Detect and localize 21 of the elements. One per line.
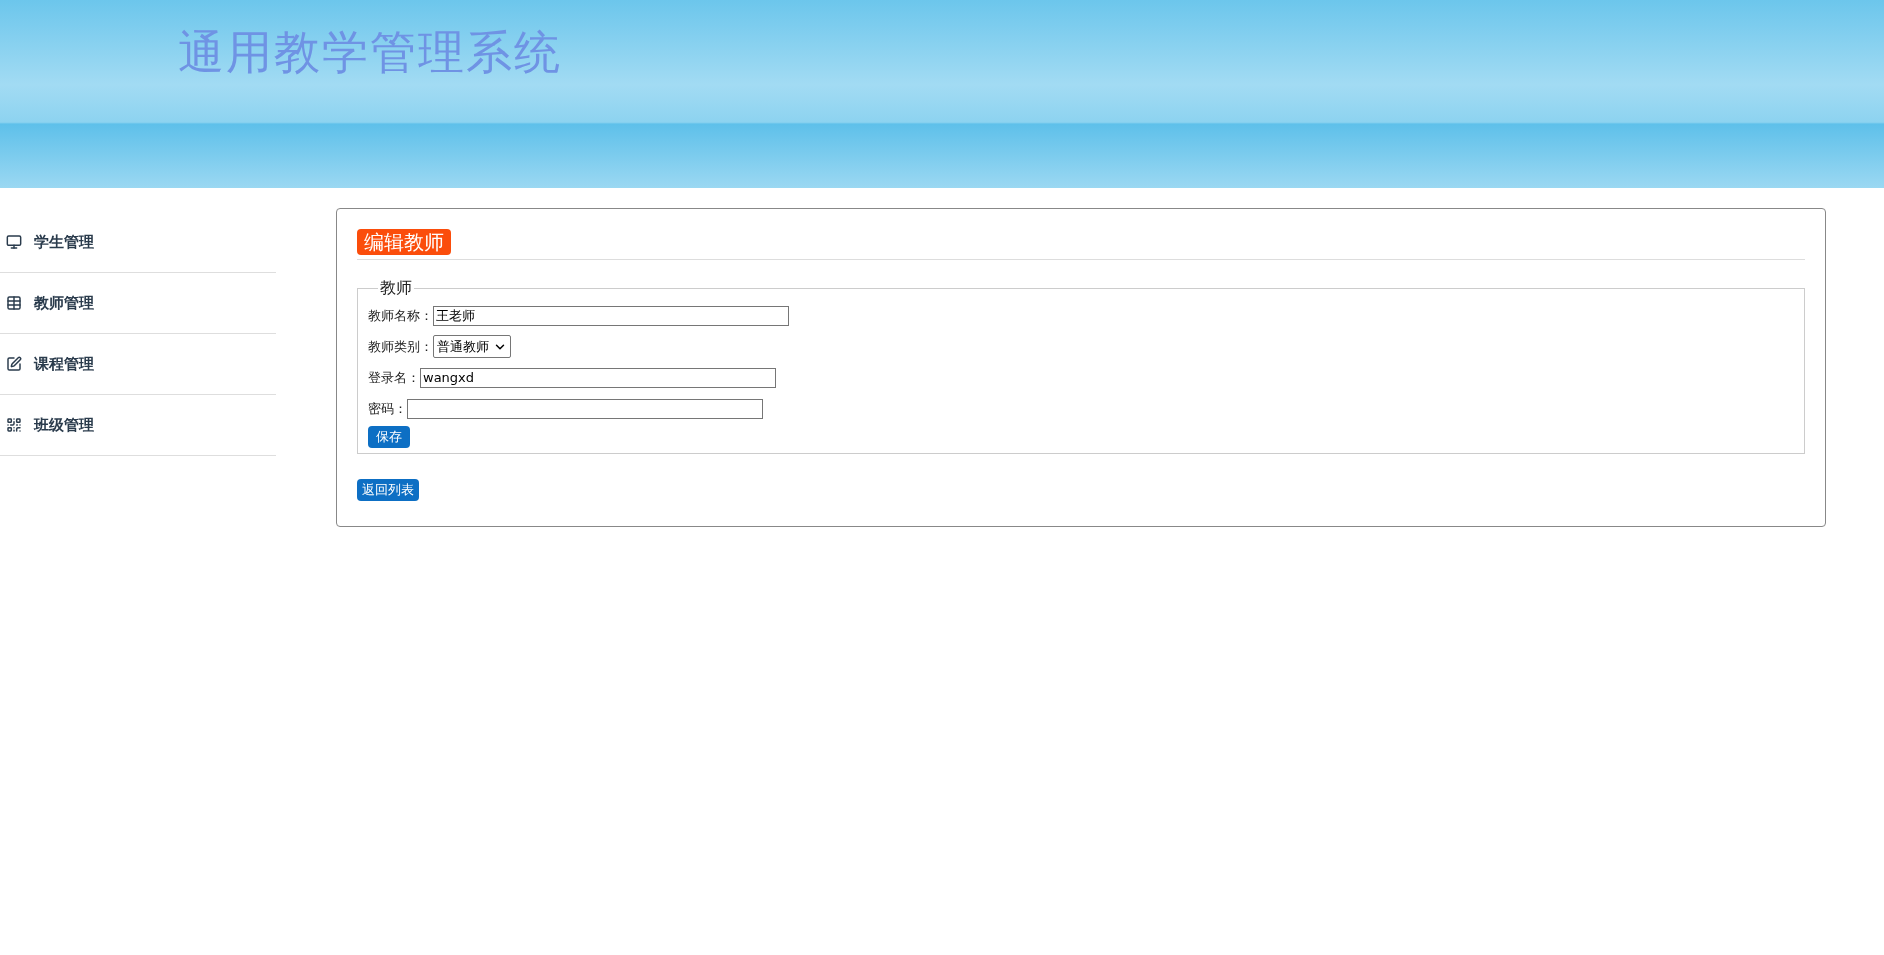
fieldset-legend: 教师 <box>378 276 414 300</box>
field-label: 密码： <box>368 399 407 418</box>
field-label: 登录名： <box>368 368 420 387</box>
sidebar-item[interactable]: 学生管理 <box>0 212 276 273</box>
grid-icon <box>6 417 22 433</box>
panel-title: 编辑教师 <box>357 229 451 255</box>
edit-icon <box>6 356 22 372</box>
password-field[interactable] <box>407 398 763 419</box>
save-button[interactable]: 保存 <box>368 426 410 448</box>
sidebar-item[interactable]: 班级管理 <box>0 395 276 456</box>
field-label: 教师名称： <box>368 306 433 325</box>
monitor-icon <box>6 234 22 250</box>
field-label: 教师类别： <box>368 337 433 356</box>
select-dropdown[interactable]: 普通教师 <box>433 335 511 358</box>
table-icon <box>6 295 22 311</box>
text-field[interactable]: wangxd <box>420 367 776 388</box>
app-title: 通用教学管理系统 <box>178 24 562 81</box>
text-field[interactable]: 王老师 <box>433 305 789 326</box>
sidebar-item[interactable]: 教师管理 <box>0 273 276 334</box>
back-button[interactable]: 返回列表 <box>357 479 419 501</box>
sidebar-item[interactable]: 课程管理 <box>0 334 276 395</box>
